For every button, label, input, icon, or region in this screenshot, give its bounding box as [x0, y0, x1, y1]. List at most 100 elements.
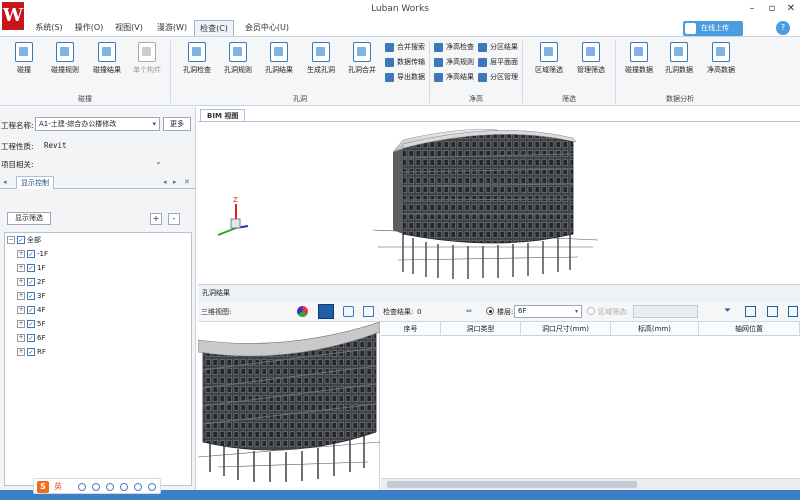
single-component-button[interactable]: 单个构件 [128, 40, 166, 86]
checkbox-checked-icon[interactable]: ✓ [27, 306, 35, 314]
column-header-hole-size[interactable]: 洞口尺寸(mm) [521, 322, 611, 336]
tab-prev-icon[interactable]: ◂ [163, 178, 167, 186]
clearance-data-button[interactable]: 净高数据 [702, 40, 740, 86]
area-radio[interactable] [587, 307, 595, 315]
table-horizontal-scrollbar[interactable] [381, 478, 800, 490]
minimize-icon[interactable]: – [742, 2, 762, 16]
tab-display-control[interactable]: 显示控制 [16, 176, 54, 189]
zone-results-button[interactable]: 分区结果 [478, 41, 518, 53]
menu-view[interactable]: 视图(V) [110, 20, 148, 36]
menu-system[interactable]: 系统(S) [30, 20, 68, 36]
project-name-select[interactable]: A1-土建-综合办公楼修改 [35, 117, 160, 131]
checkbox-checked-icon[interactable]: ✓ [17, 236, 25, 244]
export-data-button[interactable]: 导出数据 [385, 71, 425, 83]
microphone-icon[interactable] [106, 483, 114, 491]
swap-arrows-icon[interactable]: ⇔ [466, 305, 472, 317]
clearance-check-button[interactable]: 净高检查 [434, 41, 474, 53]
expand-icon[interactable]: + [17, 348, 25, 356]
checkbox-checked-icon[interactable]: ✓ [27, 334, 35, 342]
ime-language[interactable]: 英 [54, 481, 62, 492]
emoji-icon[interactable] [92, 483, 100, 491]
more-button[interactable]: 更多 [163, 117, 191, 131]
scrollbar-thumb[interactable] [387, 481, 637, 488]
menu-member[interactable]: 会员中心(U) [238, 20, 296, 36]
collapse-icon[interactable]: − [7, 236, 15, 244]
zone-management-button[interactable]: 分区管理 [478, 71, 518, 83]
column-header-hole-type[interactable]: 洞口类型 [441, 322, 521, 336]
hole-3d-preview[interactable] [197, 321, 381, 490]
collision-rules-button[interactable]: 碰撞规则 [46, 40, 84, 86]
hole-check-button[interactable]: 孔洞检查 [178, 40, 216, 86]
close-icon[interactable]: ✕ [781, 2, 800, 16]
expand-icon[interactable]: + [17, 292, 25, 300]
checkbox-checked-icon[interactable]: ✓ [27, 292, 35, 300]
checkbox-checked-icon[interactable]: ✓ [27, 320, 35, 328]
import-icon[interactable] [767, 306, 778, 317]
expand-icon[interactable]: + [17, 334, 25, 342]
hole-data-button[interactable]: 孔洞数据 [660, 40, 698, 86]
expand-icon[interactable]: + [17, 278, 25, 286]
online-upload-button[interactable]: 在线上传 [683, 21, 743, 36]
floor-select[interactable]: 6F [514, 305, 582, 318]
data-transfer-button[interactable]: 数据传输 [385, 56, 425, 68]
expand-all-button[interactable]: + [150, 213, 162, 225]
expand-icon[interactable]: + [17, 264, 25, 272]
tab-next-icon[interactable]: ▸ [173, 178, 177, 186]
tree-item-floor[interactable]: + ✓ RF [17, 346, 46, 358]
menu-operation[interactable]: 操作(O) [70, 20, 108, 36]
tab-close-icon[interactable]: ✕ [184, 178, 190, 186]
merge-search-button[interactable]: 合并搜索 [385, 41, 425, 53]
checkbox-checked-icon[interactable]: ✓ [27, 278, 35, 286]
checkbox-checked-icon[interactable]: ✓ [27, 264, 35, 272]
floor-radio[interactable] [486, 307, 494, 315]
collision-data-button[interactable]: 碰撞数据 [620, 40, 658, 86]
tree-item-floor[interactable]: + ✓ -1F [17, 248, 48, 260]
tree-item-all[interactable]: − ✓ 全部 [7, 234, 41, 246]
hole-rules-button[interactable]: 孔洞规则 [219, 40, 257, 86]
clearance-rules-button[interactable]: 净高规则 [434, 56, 474, 68]
tree-item-floor[interactable]: + ✓ 1F [17, 262, 45, 274]
expand-icon[interactable]: + [17, 250, 25, 258]
maximize-icon[interactable]: ▫ [762, 2, 782, 16]
export-icon[interactable] [745, 306, 756, 317]
area-filter-button[interactable]: 区域筛选 [530, 40, 568, 86]
expand-icon[interactable]: + [17, 306, 25, 314]
generate-holes-button[interactable]: 生成孔洞 [302, 40, 340, 86]
tree-item-floor[interactable]: + ✓ 2F [17, 276, 45, 288]
collision-results-button[interactable]: 碰撞结果 [88, 40, 126, 86]
clearance-results-button[interactable]: 净高结果 [434, 71, 474, 83]
transparent-mode-icon[interactable] [318, 304, 334, 319]
hole-results-button[interactable]: 孔洞结果 [260, 40, 298, 86]
save-icon[interactable] [788, 306, 798, 317]
manage-filter-button[interactable]: 管理筛选 [572, 40, 610, 86]
keyboard-icon[interactable] [120, 483, 128, 491]
menu-roam[interactable]: 漫游(W) [152, 20, 192, 36]
checkbox-checked-icon[interactable]: ✓ [27, 348, 35, 356]
display-filter-button[interactable]: 显示筛选 [7, 212, 51, 225]
floor-plan-button[interactable]: 层平面面 [478, 56, 518, 68]
collision-button[interactable]: 碰撞 [5, 40, 43, 86]
collapse-all-button[interactable]: - [168, 213, 180, 225]
chevron-down-icon[interactable]: ⌄ [155, 157, 162, 166]
copy-view-icon[interactable] [363, 306, 374, 317]
tab-bim-view[interactable]: BIM 视图 [200, 109, 246, 121]
tab-scroll-left-icon[interactable]: ◂ [3, 178, 7, 186]
column-header-grid-position[interactable]: 轴网位置 [699, 322, 800, 336]
bim-3d-viewport[interactable]: Z [198, 121, 800, 283]
punctuation-icon[interactable] [78, 483, 86, 491]
help-icon[interactable]: ? [776, 21, 790, 35]
tools-icon[interactable] [148, 483, 156, 491]
color-mode-icon[interactable] [297, 306, 308, 317]
checkbox-checked-icon[interactable]: ✓ [27, 250, 35, 258]
menu-check[interactable]: 检查(C) [194, 20, 234, 36]
expand-icon[interactable]: + [17, 320, 25, 328]
column-header-elevation[interactable]: 标高(mm) [611, 322, 699, 336]
user-icon[interactable] [134, 483, 142, 491]
ime-toolbar[interactable]: S 英 [33, 478, 161, 494]
filter-icon[interactable]: ⏷ [724, 305, 731, 317]
tree-item-floor[interactable]: + ✓ 6F [17, 332, 45, 344]
tree-item-floor[interactable]: + ✓ 3F [17, 290, 45, 302]
tree-item-floor[interactable]: + ✓ 4F [17, 304, 45, 316]
merge-holes-button[interactable]: 孔洞合并 [343, 40, 381, 86]
camera-icon[interactable] [343, 306, 354, 317]
